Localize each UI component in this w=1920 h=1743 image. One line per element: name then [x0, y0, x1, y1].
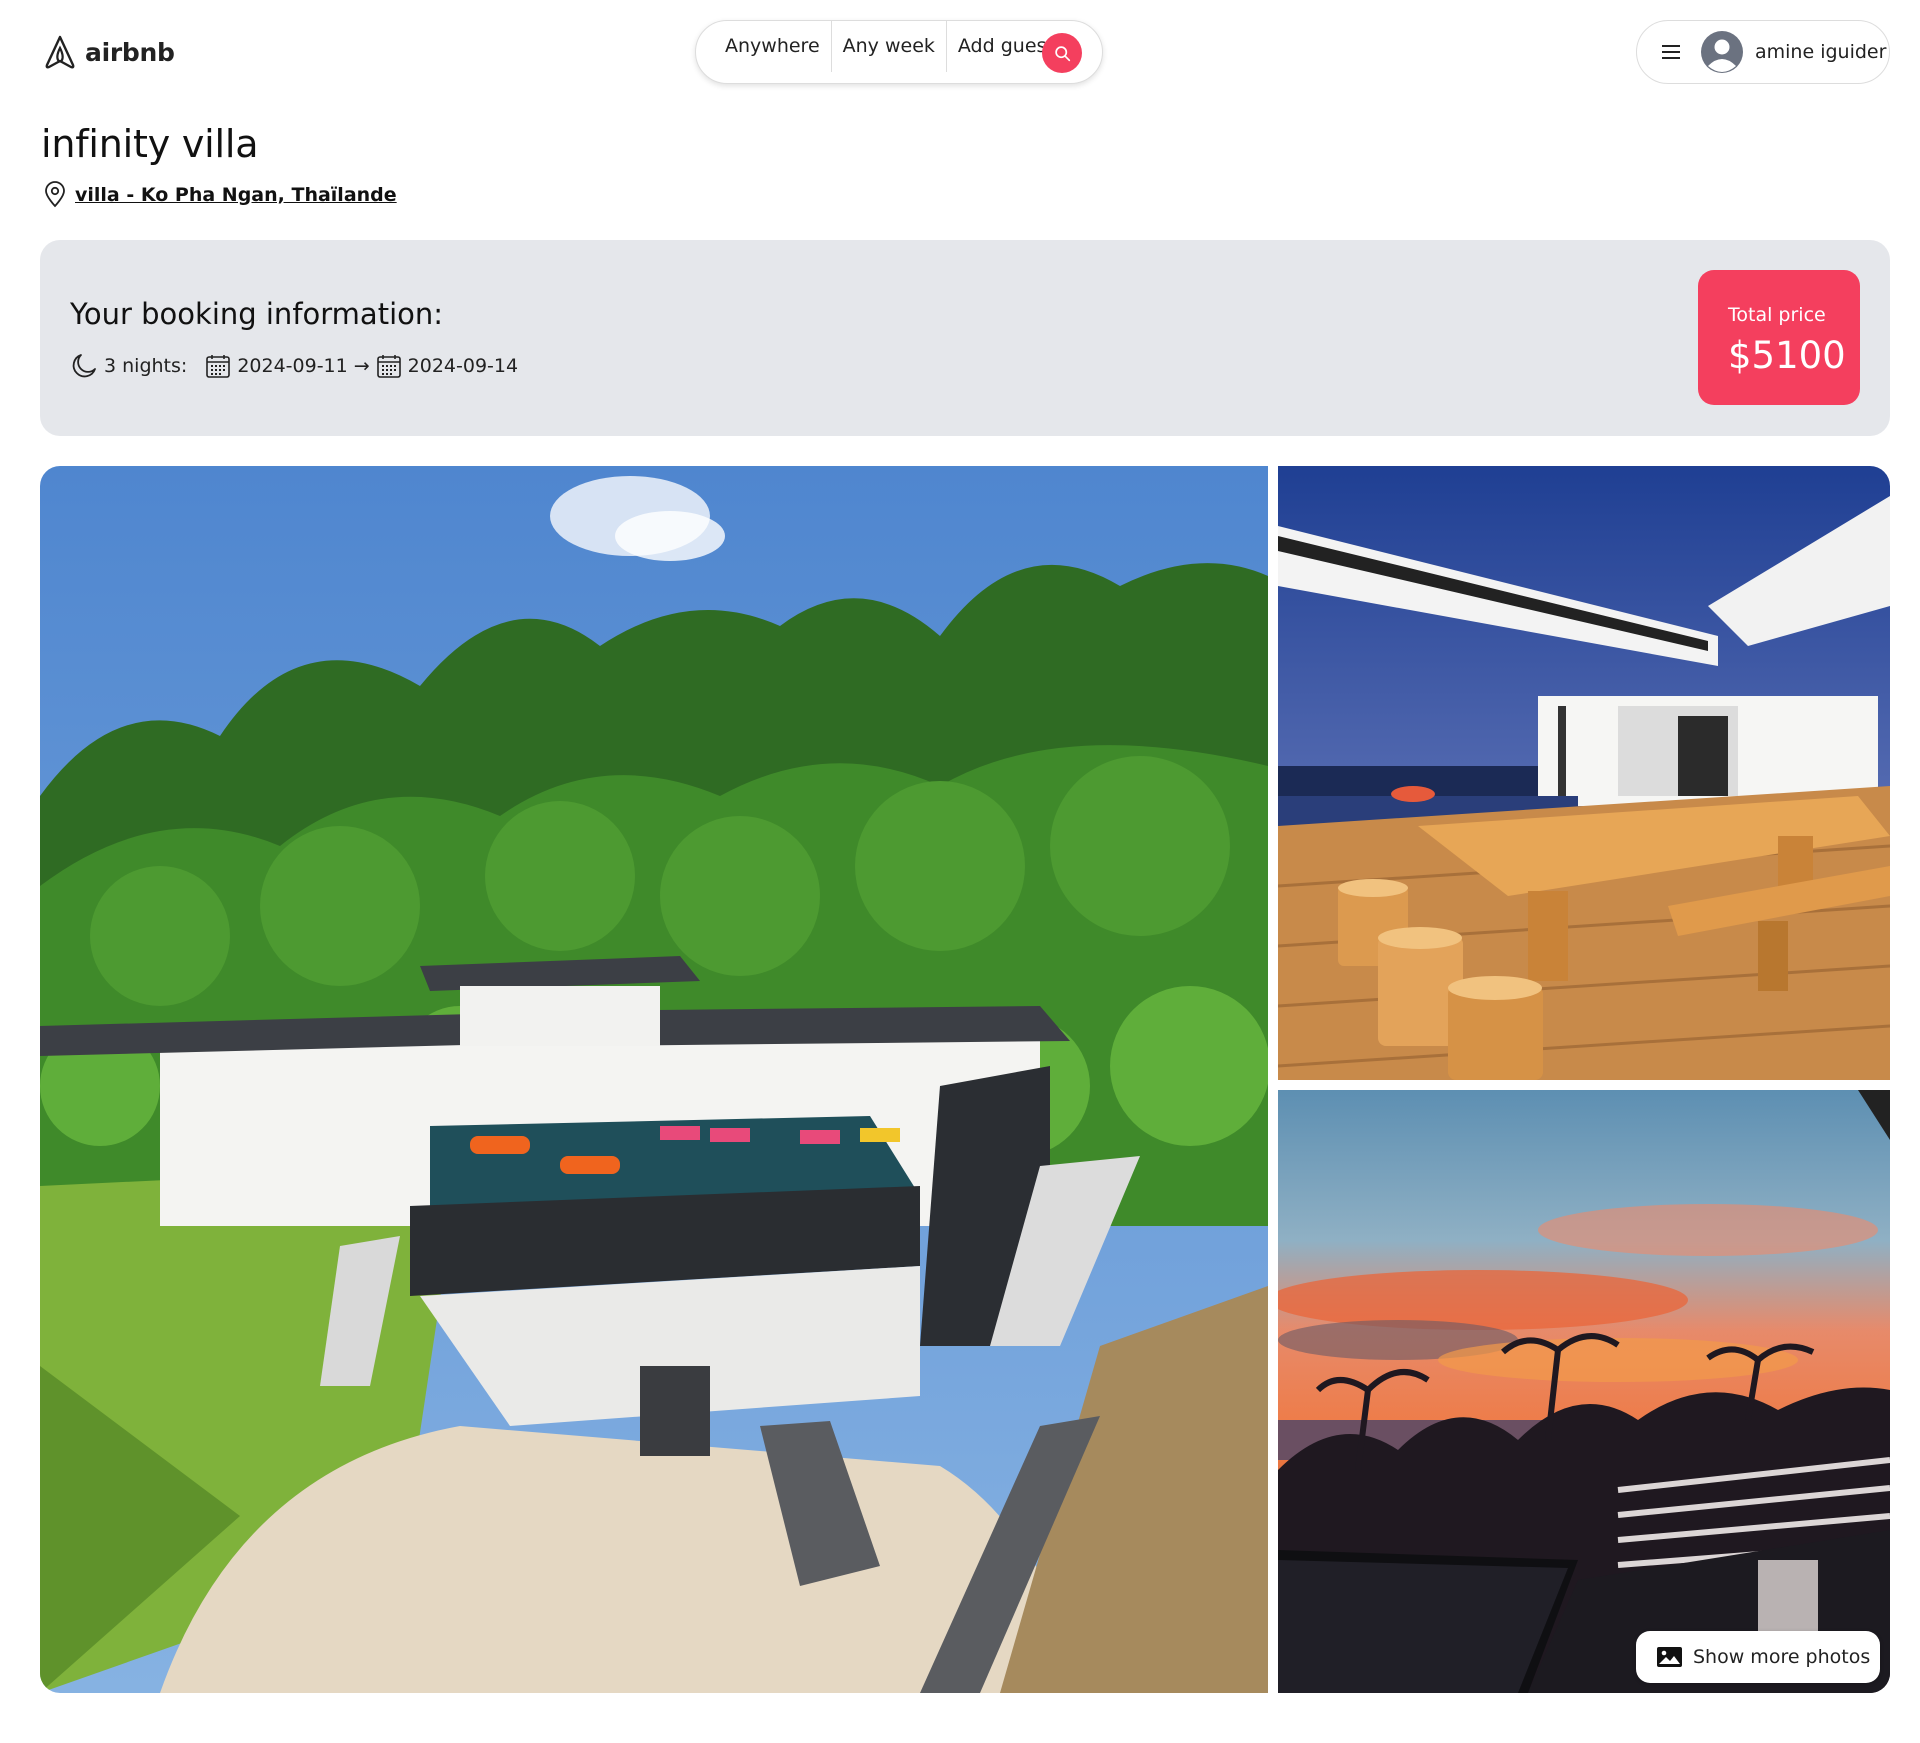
brand-name: airbnb — [85, 37, 175, 67]
airbnb-logo-icon — [45, 35, 75, 69]
menu-icon — [1659, 40, 1683, 64]
search-bar[interactable]: Anywhere Any week Add guests — [695, 20, 1103, 84]
search-when[interactable]: Any week — [832, 20, 946, 72]
listing-page: airbnb Anywhere Any week Add guests amin… — [0, 0, 1920, 1743]
search-icon — [1054, 45, 1070, 61]
user-name: amine iguider — [1755, 41, 1887, 63]
booking-info-panel: Your booking information: 3 nights: 2024… — [40, 240, 1890, 436]
show-more-photos-label: Show more photos — [1693, 1646, 1871, 1668]
search-button[interactable] — [1042, 33, 1082, 73]
photo-gallery: Show more photos — [40, 466, 1890, 1693]
calendar-icon — [206, 355, 231, 378]
sunset-balcony-image — [1278, 1090, 1890, 1693]
terrace-dining-image — [1278, 466, 1890, 1080]
map-pin-icon — [45, 181, 65, 208]
location-link[interactable]: villa - Ko Pha Ngan, Thaïlande — [75, 184, 397, 206]
top-navbar: airbnb Anywhere Any week Add guests amin… — [0, 0, 1920, 106]
calendar-icon — [376, 355, 401, 378]
total-price-value: $5100 — [1728, 334, 1846, 377]
booking-heading: Your booking information: — [70, 297, 444, 331]
gallery-photo-sunset[interactable]: Show more photos — [1278, 1090, 1890, 1693]
listing-location: villa - Ko Pha Ngan, Thaïlande — [43, 181, 397, 208]
check-out-date: 2024-09-14 — [407, 355, 519, 377]
date-arrow: → — [353, 355, 370, 377]
total-price-label: Total price — [1728, 304, 1826, 326]
user-avatar-icon — [1701, 31, 1743, 73]
image-icon — [1657, 1647, 1682, 1667]
gallery-photo-main[interactable] — [40, 466, 1268, 1693]
user-menu-button[interactable]: amine iguider — [1636, 20, 1890, 84]
listing-title: infinity villa — [41, 122, 259, 166]
show-more-photos-button[interactable]: Show more photos — [1636, 1631, 1880, 1683]
nights-count: 3 nights: — [104, 355, 188, 377]
villa-aerial-image — [40, 466, 1268, 1693]
moon-icon — [72, 354, 96, 378]
search-where[interactable]: Anywhere — [714, 20, 831, 72]
booking-details: 3 nights: 2024-09-11 → 2024-09-14 — [70, 352, 518, 380]
gallery-photo-terrace[interactable] — [1278, 466, 1890, 1080]
total-price-badge: Total price $5100 — [1698, 270, 1860, 405]
airbnb-logo[interactable]: airbnb — [43, 32, 175, 72]
check-in-date: 2024-09-11 — [237, 355, 348, 377]
